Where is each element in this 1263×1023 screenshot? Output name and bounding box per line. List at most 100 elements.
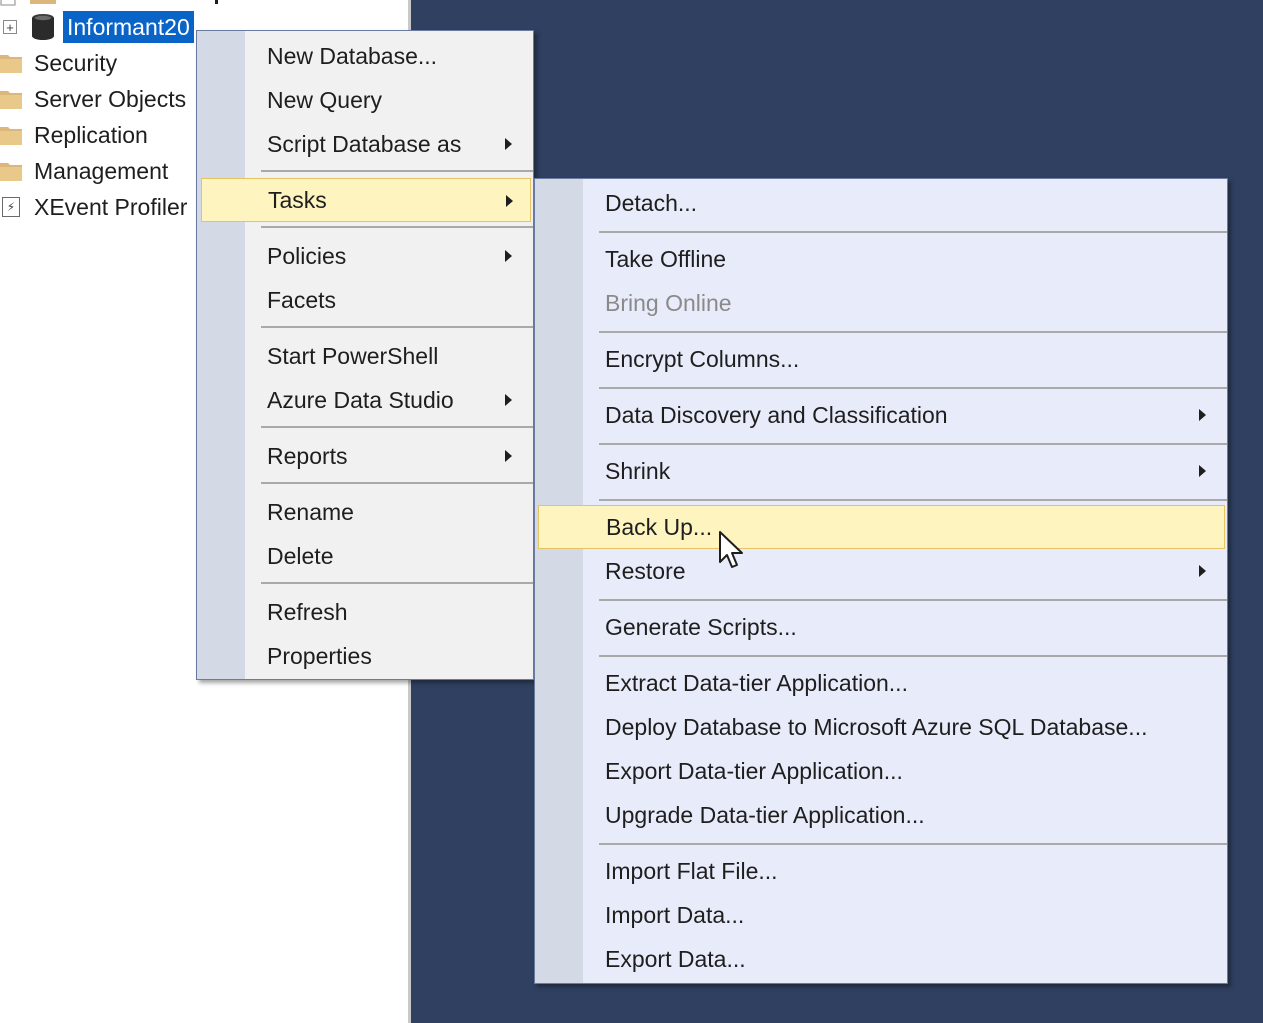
menu-item-label: Take Offline [605,245,727,272]
menu-item-refresh[interactable]: Refresh [197,590,533,634]
menu-item-label: Tasks [268,186,327,213]
menu-item-label: Export Data... [605,945,746,972]
menu-item-label: Encrypt Columns... [605,345,800,372]
menu-item-label: Rename [267,498,354,525]
menu-item-label: Import Data... [605,901,745,928]
menu-item-export-data-tier[interactable]: Export Data-tier Application... [535,749,1227,793]
menu-item-label: Bring Online [605,289,732,316]
tree-item-server-objects[interactable]: Server Objects [0,82,186,116]
menu-separator [599,443,1227,445]
menu-separator [599,655,1227,657]
tree-item-label: Security [34,49,118,76]
menu-item-label: New Query [267,86,383,113]
menu-separator [261,326,533,328]
submenu-arrow-icon [505,138,512,150]
xevent-icon: ⚡ [2,197,20,217]
menu-item-bring-online: Bring Online [535,281,1227,325]
menu-item-detach[interactable]: Detach... [535,181,1227,225]
database-icon [31,13,55,41]
submenu-arrow-icon [505,450,512,462]
menu-item-export-data[interactable]: Export Data... [535,937,1227,981]
menu-separator [261,170,533,172]
menu-separator [599,231,1227,233]
menu-item-label: Azure Data Studio [267,386,454,413]
menu-item-label: Upgrade Data-tier Application... [605,801,925,828]
menu-item-script-database-as[interactable]: Script Database as [197,122,533,166]
tree-item-label: XEvent Profiler [34,193,188,220]
menu-separator [261,226,533,228]
submenu-arrow-icon [1199,565,1206,577]
menu-separator [261,482,533,484]
menu-item-generate-scripts[interactable]: Generate Scripts... [535,605,1227,649]
menu-item-label: Policies [267,242,347,269]
menu-item-back-up[interactable]: Back Up... [538,505,1225,549]
submenu-arrow-icon [506,195,513,207]
menu-item-import-data[interactable]: Import Data... [535,893,1227,937]
submenu-arrow-icon [1199,409,1206,421]
folder-icon [0,89,24,109]
menu-separator [599,331,1227,333]
menu-item-label: Delete [267,542,334,569]
menu-item-extract-data-tier[interactable]: Extract Data-tier Application... [535,661,1227,705]
menu-item-azure-data-studio[interactable]: Azure Data Studio [197,378,533,422]
menu-separator [599,387,1227,389]
menu-item-label: New Database... [267,42,438,69]
menu-item-label: Detach... [605,189,698,216]
menu-item-rename[interactable]: Rename [197,490,533,534]
menu-item-label: Shrink [605,457,671,484]
menu-item-tasks[interactable]: Tasks [201,178,531,222]
menu-item-start-powershell[interactable]: Start PowerShell [197,334,533,378]
menu-item-facets[interactable]: Facets [197,278,533,322]
menu-item-encrypt-columns[interactable]: Encrypt Columns... [535,337,1227,381]
tree-item-label: Replication [34,121,148,148]
database-context-menu: New Database... New Query Script Databas… [196,30,534,680]
menu-item-shrink[interactable]: Shrink [535,449,1227,493]
menu-item-policies[interactable]: Policies [197,234,533,278]
tree-item-label: Server Objects [34,85,187,112]
partial-tree-row [0,0,260,6]
menu-item-label: Import Flat File... [605,857,778,884]
menu-item-deploy-to-azure[interactable]: Deploy Database to Microsoft Azure SQL D… [535,705,1227,749]
tree-item-security[interactable]: Security [0,46,117,80]
menu-item-label: Properties [267,642,372,669]
menu-item-new-query[interactable]: New Query [197,78,533,122]
menu-item-label: Restore [605,557,686,584]
menu-item-upgrade-data-tier[interactable]: Upgrade Data-tier Application... [535,793,1227,837]
menu-separator [599,843,1227,845]
menu-item-label: Deploy Database to Microsoft Azure SQL D… [605,713,1148,740]
expand-icon[interactable]: + [3,20,17,34]
submenu-arrow-icon [505,394,512,406]
menu-separator [261,582,533,584]
menu-item-label: Start PowerShell [267,342,439,369]
menu-item-restore[interactable]: Restore [535,549,1227,593]
database-name-label[interactable]: Informant20 [63,11,194,43]
submenu-arrow-icon [1199,465,1206,477]
tree-item-label: Management [34,157,169,184]
menu-separator [599,599,1227,601]
menu-item-delete[interactable]: Delete [197,534,533,578]
folder-icon [0,125,24,145]
mouse-cursor-icon [718,530,748,574]
menu-item-label: Generate Scripts... [605,613,797,640]
menu-item-data-discovery[interactable]: Data Discovery and Classification [535,393,1227,437]
menu-item-label: Export Data-tier Application... [605,757,903,784]
menu-item-import-flat-file[interactable]: Import Flat File... [535,849,1227,893]
menu-item-label: Extract Data-tier Application... [605,669,908,696]
menu-item-label: Facets [267,286,337,313]
menu-separator [261,426,533,428]
folder-icon [0,53,24,73]
menu-item-take-offline[interactable]: Take Offline [535,237,1227,281]
tree-item-replication[interactable]: Replication [0,118,148,152]
submenu-arrow-icon [505,250,512,262]
menu-item-properties[interactable]: Properties [197,634,533,678]
tree-item-management[interactable]: Management [0,154,168,188]
tree-item-database[interactable]: + Informant20 [0,10,194,44]
menu-item-new-database[interactable]: New Database... [197,34,533,78]
menu-item-label: Back Up... [606,513,713,540]
menu-item-label: Script Database as [267,130,462,157]
folder-icon [0,161,24,181]
menu-item-label: Refresh [267,598,348,625]
tasks-submenu: Detach... Take Offline Bring Online Encr… [534,178,1228,984]
tree-item-xevent-profiler[interactable]: ⚡ XEvent Profiler [0,190,187,224]
menu-item-reports[interactable]: Reports [197,434,533,478]
